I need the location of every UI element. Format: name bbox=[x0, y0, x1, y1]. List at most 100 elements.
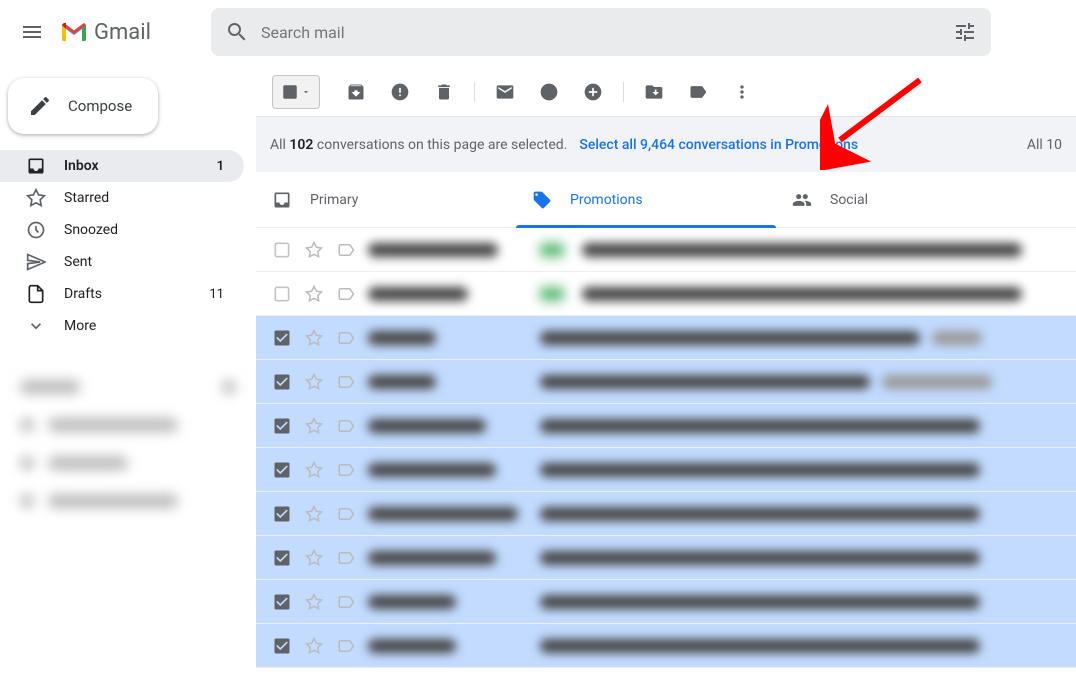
star-icon[interactable] bbox=[304, 548, 324, 568]
star-icon[interactable] bbox=[304, 328, 324, 348]
star-icon[interactable] bbox=[304, 504, 324, 524]
star-icon[interactable] bbox=[304, 240, 324, 260]
important-icon[interactable] bbox=[336, 328, 356, 348]
action-toolbar bbox=[256, 68, 1076, 116]
sender bbox=[368, 419, 528, 433]
star-icon[interactable] bbox=[304, 636, 324, 656]
more-actions-button[interactable] bbox=[722, 72, 762, 112]
star-icon[interactable] bbox=[304, 592, 324, 612]
archive-button[interactable] bbox=[336, 72, 376, 112]
subject bbox=[540, 375, 1060, 389]
select-all-checkbox[interactable] bbox=[272, 75, 320, 109]
row-checkbox[interactable] bbox=[272, 460, 292, 480]
tab-social[interactable]: Social bbox=[776, 172, 1036, 227]
move-to-button[interactable] bbox=[634, 72, 674, 112]
add-to-tasks-button[interactable] bbox=[573, 72, 613, 112]
important-icon[interactable] bbox=[336, 548, 356, 568]
important-icon[interactable] bbox=[336, 636, 356, 656]
row-checkbox[interactable] bbox=[272, 416, 292, 436]
row-checkbox[interactable] bbox=[272, 504, 292, 524]
tab-promotions[interactable]: Promotions bbox=[516, 172, 776, 227]
search-options-icon[interactable] bbox=[953, 20, 977, 44]
subject bbox=[540, 331, 1060, 345]
mail-row[interactable] bbox=[256, 448, 1076, 492]
important-icon[interactable] bbox=[336, 372, 356, 392]
mail-row[interactable] bbox=[256, 580, 1076, 624]
people-icon bbox=[792, 190, 812, 210]
mail-row[interactable] bbox=[256, 536, 1076, 580]
star-icon[interactable] bbox=[304, 372, 324, 392]
subject bbox=[540, 507, 1060, 521]
important-icon[interactable] bbox=[336, 416, 356, 436]
important-icon[interactable] bbox=[336, 592, 356, 612]
sender bbox=[368, 331, 528, 345]
banner-right-text: All 10 bbox=[1027, 137, 1062, 153]
delete-button[interactable] bbox=[424, 72, 464, 112]
subject bbox=[540, 551, 1060, 565]
star-icon[interactable] bbox=[304, 416, 324, 436]
sender bbox=[368, 551, 528, 565]
snooze-button[interactable] bbox=[529, 72, 569, 112]
sender bbox=[368, 595, 528, 609]
mail-row[interactable] bbox=[256, 492, 1076, 536]
sidebar-item-starred[interactable]: Starred bbox=[0, 182, 244, 214]
mail-row[interactable] bbox=[256, 624, 1076, 668]
mail-row[interactable] bbox=[256, 228, 1076, 272]
sidebar-item-more[interactable]: More bbox=[0, 310, 244, 342]
draft-icon bbox=[26, 284, 46, 304]
search-input[interactable] bbox=[261, 23, 953, 42]
sidebar-item-snoozed[interactable]: Snoozed bbox=[0, 214, 244, 246]
send-icon bbox=[26, 252, 46, 272]
important-icon[interactable] bbox=[336, 460, 356, 480]
subject bbox=[540, 419, 1060, 433]
compose-label: Compose bbox=[68, 97, 132, 115]
mail-row[interactable] bbox=[256, 316, 1076, 360]
subject bbox=[540, 287, 1060, 301]
tag-icon bbox=[532, 190, 552, 210]
sender bbox=[368, 463, 528, 477]
important-icon[interactable] bbox=[336, 284, 356, 304]
important-icon[interactable] bbox=[336, 240, 356, 260]
subject bbox=[540, 243, 1060, 257]
clock-icon bbox=[26, 220, 46, 240]
row-checkbox[interactable] bbox=[272, 240, 292, 260]
labels-button[interactable] bbox=[678, 72, 718, 112]
sidebar-item-drafts[interactable]: Drafts11 bbox=[0, 278, 244, 310]
star-icon[interactable] bbox=[304, 284, 324, 304]
gmail-logo[interactable]: Gmail bbox=[60, 20, 151, 45]
star-icon bbox=[26, 188, 46, 208]
search-bar[interactable] bbox=[211, 8, 991, 56]
tab-primary[interactable]: Primary bbox=[256, 172, 516, 227]
row-checkbox[interactable] bbox=[272, 636, 292, 656]
sender bbox=[368, 287, 528, 301]
inbox-icon bbox=[26, 156, 46, 176]
star-icon[interactable] bbox=[304, 460, 324, 480]
important-icon[interactable] bbox=[336, 504, 356, 524]
mail-row[interactable] bbox=[256, 404, 1076, 448]
row-checkbox[interactable] bbox=[272, 372, 292, 392]
sender bbox=[368, 375, 528, 389]
compose-button[interactable]: Compose bbox=[8, 78, 158, 134]
sidebar-item-inbox[interactable]: Inbox1 bbox=[0, 150, 244, 182]
row-checkbox[interactable] bbox=[272, 548, 292, 568]
row-checkbox[interactable] bbox=[272, 328, 292, 348]
mark-unread-button[interactable] bbox=[485, 72, 525, 112]
selection-banner: All 102 conversations on this page are s… bbox=[256, 116, 1076, 172]
brand-text: Gmail bbox=[94, 20, 151, 45]
mail-row[interactable] bbox=[256, 272, 1076, 316]
report-spam-button[interactable] bbox=[380, 72, 420, 112]
mail-row[interactable] bbox=[256, 360, 1076, 404]
subject bbox=[540, 639, 1060, 653]
row-checkbox[interactable] bbox=[272, 592, 292, 612]
search-icon[interactable] bbox=[225, 20, 249, 44]
row-checkbox[interactable] bbox=[272, 284, 292, 304]
sender bbox=[368, 243, 528, 257]
subject bbox=[540, 595, 1060, 609]
sender bbox=[368, 639, 528, 653]
sidebar-item-sent[interactable]: Sent bbox=[0, 246, 244, 278]
main-menu-button[interactable] bbox=[8, 8, 56, 56]
subject bbox=[540, 463, 1060, 477]
sender bbox=[368, 507, 528, 521]
inbox-tab-icon bbox=[272, 190, 292, 210]
select-all-conversations-link[interactable]: Select all 9,464 conversations in Promot… bbox=[579, 137, 858, 153]
